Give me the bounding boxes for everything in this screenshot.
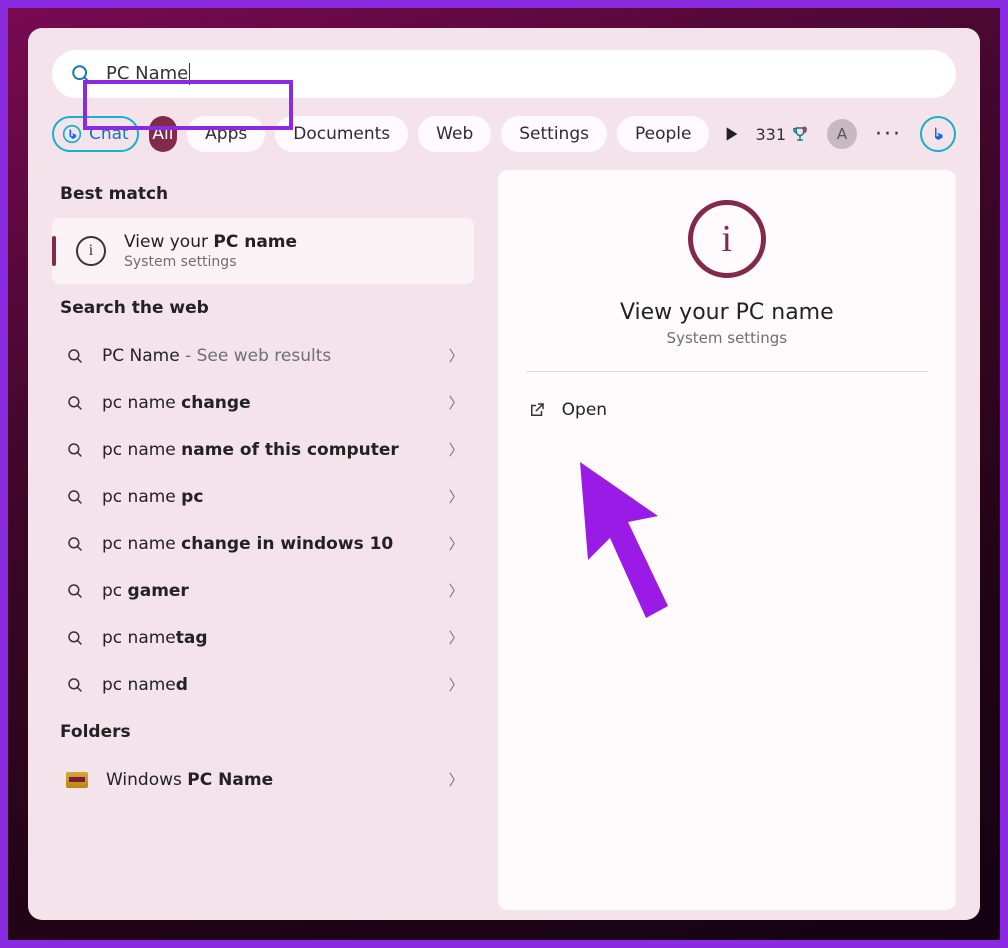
search-icon xyxy=(66,582,84,600)
search-icon xyxy=(66,629,84,647)
folders-list: Windows PC Name 〉 xyxy=(52,756,474,803)
open-action[interactable]: Open xyxy=(526,396,928,424)
open-action-label: Open xyxy=(562,400,607,420)
search-input[interactable]: PC Name xyxy=(106,63,190,85)
chip-chat-label: Chat xyxy=(89,124,129,144)
web-result-text: pc name change xyxy=(102,393,431,413)
folder-icon xyxy=(66,772,88,788)
chevron-right-icon: 〉 xyxy=(449,769,464,790)
chevron-right-icon: 〉 xyxy=(449,486,464,507)
chevron-right-icon: 〉 xyxy=(449,627,464,648)
best-match-result[interactable]: i View your PC name System settings xyxy=(52,218,474,284)
web-result-row[interactable]: pc nametag 〉 xyxy=(52,614,474,661)
web-result-text: pc named xyxy=(102,675,431,695)
web-result-text: pc name change in windows 10 xyxy=(102,534,431,554)
chip-apps[interactable]: Apps xyxy=(187,116,265,152)
search-bar[interactable]: PC Name xyxy=(52,50,956,98)
chip-documents[interactable]: Documents xyxy=(275,116,408,152)
web-results-list: PC Name - See web results〉pc name change… xyxy=(52,332,474,708)
web-result-row[interactable]: PC Name - See web results 〉 xyxy=(52,332,474,379)
more-menu[interactable]: ··· xyxy=(875,122,902,147)
search-web-label: Search the web xyxy=(60,298,474,318)
web-result-row[interactable]: pc name change in windows 10 〉 xyxy=(52,520,474,567)
chip-web[interactable]: Web xyxy=(418,116,491,152)
best-match-title: View your PC name xyxy=(124,232,297,252)
bing-chat-button[interactable] xyxy=(920,116,956,152)
search-icon xyxy=(66,394,84,412)
results-column: Best match i View your PC name System se… xyxy=(52,170,474,910)
chevron-right-icon: 〉 xyxy=(449,533,464,554)
best-match-subtitle: System settings xyxy=(124,254,297,270)
search-icon xyxy=(66,441,84,459)
web-result-row[interactable]: pc name pc 〉 xyxy=(52,473,474,520)
folder-name: Windows PC Name xyxy=(106,770,431,790)
chip-all[interactable]: All xyxy=(149,116,177,152)
rewards-score[interactable]: 331 xyxy=(755,124,809,144)
best-match-label: Best match xyxy=(60,184,474,204)
web-result-text: pc nametag xyxy=(102,628,431,648)
web-result-text: pc gamer xyxy=(102,581,431,601)
info-icon: i xyxy=(76,236,106,266)
preview-title: View your PC name xyxy=(526,300,928,325)
search-icon xyxy=(66,488,84,506)
chip-more-arrow[interactable] xyxy=(719,126,745,142)
search-icon xyxy=(66,535,84,553)
preview-panel: i View your PC name System settings Open xyxy=(498,170,956,910)
filter-chip-row: Chat All Apps Documents Web Settings Peo… xyxy=(52,116,956,152)
bing-icon xyxy=(62,124,82,144)
web-result-text: pc name pc xyxy=(102,487,431,507)
search-icon xyxy=(70,63,92,85)
bing-b-icon xyxy=(929,125,947,143)
web-result-row[interactable]: pc name name of this computer 〉 xyxy=(52,426,474,473)
web-result-row[interactable]: pc named 〉 xyxy=(52,661,474,708)
folder-row[interactable]: Windows PC Name 〉 xyxy=(52,756,474,803)
folders-label: Folders xyxy=(60,722,474,742)
chevron-right-icon: 〉 xyxy=(449,345,464,366)
triangle-right-icon xyxy=(725,126,739,142)
chip-settings[interactable]: Settings xyxy=(501,116,607,152)
search-window: PC Name Chat All Apps Documents Web Sett… xyxy=(28,28,980,920)
open-external-icon xyxy=(528,401,546,419)
trophy-icon xyxy=(791,124,809,144)
web-result-text: pc name name of this computer xyxy=(102,440,431,460)
web-result-row[interactable]: pc gamer 〉 xyxy=(52,567,474,614)
search-icon xyxy=(66,347,84,365)
chip-chat[interactable]: Chat xyxy=(52,116,139,152)
web-result-row[interactable]: pc name change 〉 xyxy=(52,379,474,426)
chip-people[interactable]: People xyxy=(617,116,709,152)
divider xyxy=(526,371,928,372)
web-result-text: PC Name - See web results xyxy=(102,346,431,366)
chevron-right-icon: 〉 xyxy=(449,392,464,413)
preview-subtitle: System settings xyxy=(526,329,928,347)
chevron-right-icon: 〉 xyxy=(449,580,464,601)
chevron-right-icon: 〉 xyxy=(449,674,464,695)
preview-info-icon: i xyxy=(688,200,766,278)
search-icon xyxy=(66,676,84,694)
chevron-right-icon: 〉 xyxy=(449,439,464,460)
account-avatar[interactable]: A xyxy=(827,119,857,149)
